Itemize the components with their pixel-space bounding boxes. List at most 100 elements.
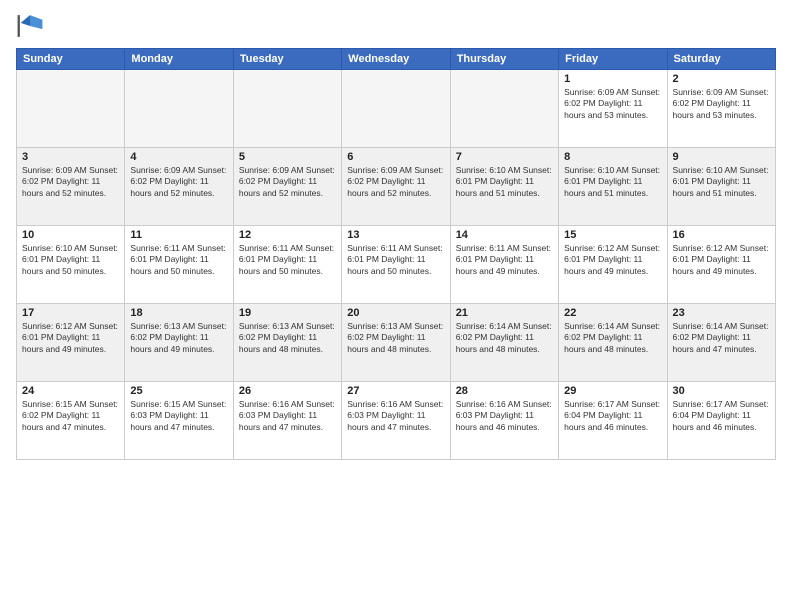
calendar-cell: 17 Sunrise: 6:12 AM Sunset: 6:01 PM Dayli… [17, 304, 125, 382]
calendar-week-4: 17 Sunrise: 6:12 AM Sunset: 6:01 PM Dayli… [17, 304, 776, 382]
day-number: 8 [564, 151, 661, 163]
day-header-friday: Friday [559, 49, 667, 70]
calendar-cell: 14 Sunrise: 6:11 AM Sunset: 6:01 PM Dayli… [450, 226, 558, 304]
calendar-cell: 20Sunrise: 6:13 AM Sunset: 6:02 PM Dayli… [342, 304, 450, 382]
calendar-cell: 18Sunrise: 6:13 AM Sunset: 6:02 PM Dayli… [125, 304, 233, 382]
day-number: 6 [347, 151, 444, 163]
calendar-cell: 2 Sunrise: 6:09 AM Sunset: 6:02 PM Daylig… [667, 70, 775, 148]
day-header-monday: Monday [125, 49, 233, 70]
day-number: 28 [456, 385, 553, 397]
day-info: Sunrise: 6:16 AM Sunset: 6:03 PM Dayligh… [347, 399, 444, 433]
calendar-cell: 28 Sunrise: 6:16 AM Sunset: 6:03 PM Dayli… [450, 382, 558, 460]
day-header-sunday: Sunday [17, 49, 125, 70]
calendar-cell: 3 Sunrise: 6:09 AM Sunset: 6:02 PM Daylig… [17, 148, 125, 226]
calendar-cell [17, 70, 125, 148]
calendar-cell: 10 Sunrise: 6:10 AM Sunset: 6:01 PM Dayli… [17, 226, 125, 304]
day-number: 21 [456, 307, 553, 319]
calendar-week-2: 3 Sunrise: 6:09 AM Sunset: 6:02 PM Daylig… [17, 148, 776, 226]
calendar-cell: 30 Sunrise: 6:17 AM Sunset: 6:04 PM Dayli… [667, 382, 775, 460]
day-number: 22 [564, 307, 661, 319]
day-header-saturday: Saturday [667, 49, 775, 70]
calendar-cell [233, 70, 341, 148]
day-number: 18 [130, 307, 227, 319]
day-info: Sunrise: 6:16 AM Sunset: 6:03 PM Dayligh… [239, 399, 336, 433]
calendar-cell: 27 Sunrise: 6:16 AM Sunset: 6:03 PM Dayli… [342, 382, 450, 460]
day-info: Sunrise: 6:09 AM Sunset: 6:02 PM Dayligh… [673, 87, 770, 121]
day-info: Sunrise: 6:12 AM Sunset: 6:01 PM Dayligh… [673, 243, 770, 277]
calendar-cell: 16 Sunrise: 6:12 AM Sunset: 6:01 PM Dayli… [667, 226, 775, 304]
day-info: Sunrise: 6:09 AM Sunset: 6:02 PM Dayligh… [130, 165, 227, 199]
day-number: 29 [564, 385, 661, 397]
day-info: Sunrise: 6:14 AM Sunset: 6:02 PM Dayligh… [456, 321, 553, 355]
calendar-cell: 26 Sunrise: 6:16 AM Sunset: 6:03 PM Dayli… [233, 382, 341, 460]
day-info: Sunrise: 6:11 AM Sunset: 6:01 PM Dayligh… [239, 243, 336, 277]
calendar: SundayMondayTuesdayWednesdayThursdayFrid… [16, 48, 776, 460]
day-number: 16 [673, 229, 770, 241]
day-number: 9 [673, 151, 770, 163]
calendar-cell: 7 Sunrise: 6:10 AM Sunset: 6:01 PM Daylig… [450, 148, 558, 226]
day-info: Sunrise: 6:13 AM Sunset: 6:02 PM Dayligh… [239, 321, 336, 355]
calendar-week-5: 24Sunrise: 6:15 AM Sunset: 6:02 PM Dayli… [17, 382, 776, 460]
day-info: Sunrise: 6:11 AM Sunset: 6:01 PM Dayligh… [456, 243, 553, 277]
day-number: 11 [130, 229, 227, 241]
calendar-cell: 24Sunrise: 6:15 AM Sunset: 6:02 PM Dayli… [17, 382, 125, 460]
day-info: Sunrise: 6:12 AM Sunset: 6:01 PM Dayligh… [564, 243, 661, 277]
calendar-cell: 29 Sunrise: 6:17 AM Sunset: 6:04 PM Dayli… [559, 382, 667, 460]
day-info: Sunrise: 6:11 AM Sunset: 6:01 PM Dayligh… [347, 243, 444, 277]
page: SundayMondayTuesdayWednesdayThursdayFrid… [0, 0, 792, 612]
day-number: 25 [130, 385, 227, 397]
day-info: Sunrise: 6:17 AM Sunset: 6:04 PM Dayligh… [564, 399, 661, 433]
day-number: 4 [130, 151, 227, 163]
calendar-cell: 5 Sunrise: 6:09 AM Sunset: 6:02 PM Daylig… [233, 148, 341, 226]
header [16, 12, 776, 40]
day-info: Sunrise: 6:16 AM Sunset: 6:03 PM Dayligh… [456, 399, 553, 433]
calendar-cell [125, 70, 233, 148]
calendar-cell [450, 70, 558, 148]
day-header-wednesday: Wednesday [342, 49, 450, 70]
logo [16, 12, 48, 40]
day-number: 12 [239, 229, 336, 241]
day-info: Sunrise: 6:10 AM Sunset: 6:01 PM Dayligh… [22, 243, 119, 277]
day-number: 1 [564, 73, 661, 85]
calendar-header-row: SundayMondayTuesdayWednesdayThursdayFrid… [17, 49, 776, 70]
calendar-cell [342, 70, 450, 148]
calendar-cell: 19 Sunrise: 6:13 AM Sunset: 6:02 PM Dayli… [233, 304, 341, 382]
calendar-cell: 23Sunrise: 6:14 AM Sunset: 6:02 PM Dayli… [667, 304, 775, 382]
day-info: Sunrise: 6:09 AM Sunset: 6:02 PM Dayligh… [347, 165, 444, 199]
day-number: 24 [22, 385, 119, 397]
day-number: 15 [564, 229, 661, 241]
day-number: 5 [239, 151, 336, 163]
calendar-cell: 25 Sunrise: 6:15 AM Sunset: 6:03 PM Dayli… [125, 382, 233, 460]
day-info: Sunrise: 6:17 AM Sunset: 6:04 PM Dayligh… [673, 399, 770, 433]
day-info: Sunrise: 6:09 AM Sunset: 6:02 PM Dayligh… [22, 165, 119, 199]
day-number: 10 [22, 229, 119, 241]
day-info: Sunrise: 6:15 AM Sunset: 6:03 PM Dayligh… [130, 399, 227, 433]
calendar-cell: 8Sunrise: 6:10 AM Sunset: 6:01 PM Daylig… [559, 148, 667, 226]
day-info: Sunrise: 6:10 AM Sunset: 6:01 PM Dayligh… [456, 165, 553, 199]
day-number: 19 [239, 307, 336, 319]
day-header-tuesday: Tuesday [233, 49, 341, 70]
calendar-cell: 11Sunrise: 6:11 AM Sunset: 6:01 PM Dayli… [125, 226, 233, 304]
day-info: Sunrise: 6:09 AM Sunset: 6:02 PM Dayligh… [239, 165, 336, 199]
day-header-thursday: Thursday [450, 49, 558, 70]
day-number: 2 [673, 73, 770, 85]
calendar-cell: 21 Sunrise: 6:14 AM Sunset: 6:02 PM Dayli… [450, 304, 558, 382]
calendar-cell: 13 Sunrise: 6:11 AM Sunset: 6:01 PM Dayli… [342, 226, 450, 304]
day-info: Sunrise: 6:12 AM Sunset: 6:01 PM Dayligh… [22, 321, 119, 355]
calendar-cell: 6 Sunrise: 6:09 AM Sunset: 6:02 PM Daylig… [342, 148, 450, 226]
day-info: Sunrise: 6:14 AM Sunset: 6:02 PM Dayligh… [564, 321, 661, 355]
calendar-week-1: 1 Sunrise: 6:09 AM Sunset: 6:02 PM Daylig… [17, 70, 776, 148]
day-number: 3 [22, 151, 119, 163]
day-number: 27 [347, 385, 444, 397]
day-number: 13 [347, 229, 444, 241]
day-info: Sunrise: 6:14 AM Sunset: 6:02 PM Dayligh… [673, 321, 770, 355]
day-number: 20 [347, 307, 444, 319]
calendar-cell: 9 Sunrise: 6:10 AM Sunset: 6:01 PM Daylig… [667, 148, 775, 226]
day-number: 14 [456, 229, 553, 241]
day-number: 26 [239, 385, 336, 397]
day-number: 30 [673, 385, 770, 397]
day-info: Sunrise: 6:10 AM Sunset: 6:01 PM Dayligh… [673, 165, 770, 199]
day-number: 7 [456, 151, 553, 163]
day-number: 17 [22, 307, 119, 319]
calendar-cell: 22 Sunrise: 6:14 AM Sunset: 6:02 PM Dayli… [559, 304, 667, 382]
